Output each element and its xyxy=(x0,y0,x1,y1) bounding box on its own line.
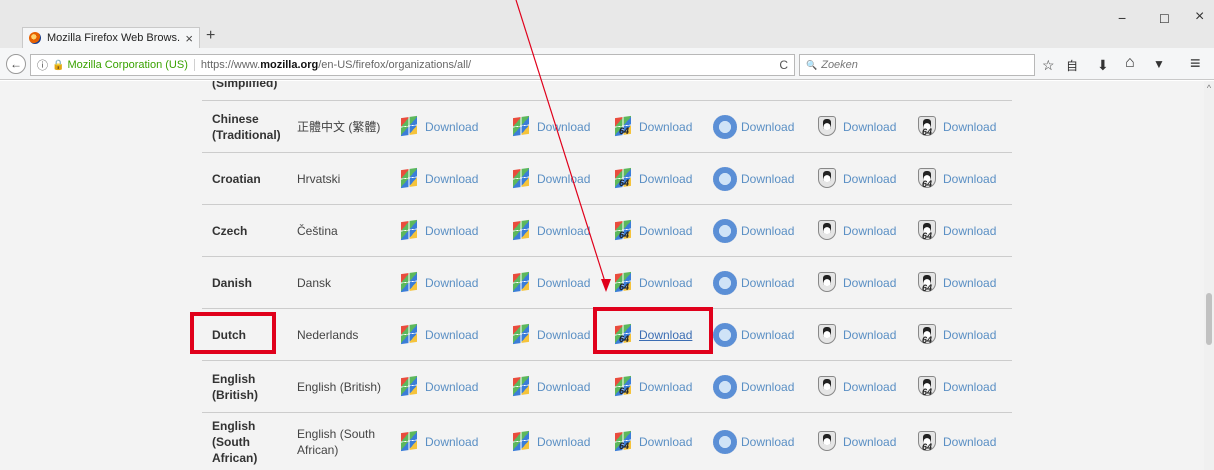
annotation-arrow xyxy=(515,0,611,292)
